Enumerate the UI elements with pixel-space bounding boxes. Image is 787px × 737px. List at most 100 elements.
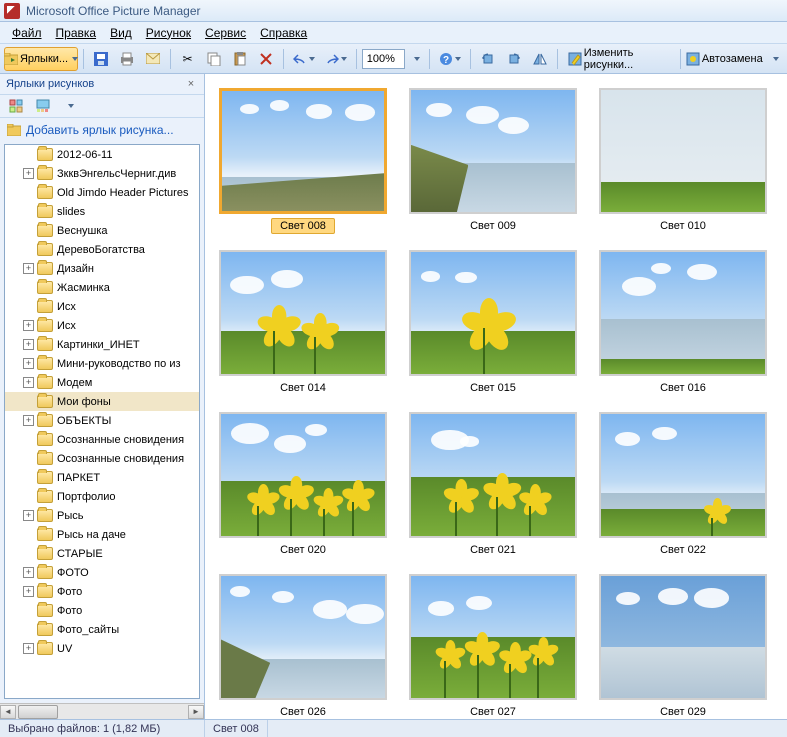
expand-spacer — [23, 605, 34, 616]
tree-item[interactable]: +Фото — [5, 582, 199, 601]
folder-icon — [37, 243, 53, 256]
copy-button[interactable] — [202, 47, 226, 71]
help-button[interactable]: ? — [435, 47, 465, 71]
thumbnail-item[interactable]: Свет 026 — [219, 574, 387, 719]
tree-item[interactable]: +Картинки_ИНЕТ — [5, 335, 199, 354]
tree-item[interactable]: Рысь на даче — [5, 525, 199, 544]
edit-pictures-button[interactable]: Изменить рисунки... — [563, 47, 676, 71]
print-button[interactable] — [115, 47, 139, 71]
thumbnail-grid[interactable]: Свет 008Свет 009Свет 010 Свет 014Свет 015… — [205, 74, 787, 719]
folder-icon — [37, 433, 53, 446]
tree-item[interactable]: Old Jimdo Header Pictures — [5, 183, 199, 202]
tree-item[interactable]: slides — [5, 202, 199, 221]
auto-correct-dropdown[interactable] — [766, 47, 783, 71]
tree-item[interactable]: Осознанные сновидения — [5, 449, 199, 468]
tree-item[interactable]: Жасминка — [5, 278, 199, 297]
expand-toggle[interactable]: + — [23, 643, 34, 654]
tree-item[interactable]: +UV — [5, 639, 199, 658]
auto-correct-button[interactable]: Автозамена — [686, 47, 764, 71]
folder-icon — [37, 395, 53, 408]
tree-hscroll[interactable]: ◄ ► — [0, 703, 204, 719]
thumbnail-item[interactable]: Свет 010 — [599, 88, 767, 234]
folder-add-icon — [6, 122, 22, 138]
tree-item[interactable]: Фото_сайты — [5, 620, 199, 639]
thumbnail-item[interactable]: Свет 008 — [219, 88, 387, 234]
tree-item[interactable]: +ОБЪЕКТЫ — [5, 411, 199, 430]
redo-button[interactable] — [321, 47, 351, 71]
tree-item[interactable]: +Мини-руководство по из — [5, 354, 199, 373]
view-thumbnails-button[interactable] — [4, 96, 28, 116]
tree-item[interactable]: +Дизайн — [5, 259, 199, 278]
delete-button[interactable] — [254, 47, 278, 71]
thumbnail-item[interactable]: Свет 029 — [599, 574, 767, 719]
zoom-input[interactable]: 100% — [362, 49, 406, 69]
tree-item[interactable]: Фото — [5, 601, 199, 620]
thumbnail-label: Свет 020 — [272, 542, 334, 558]
menu-view[interactable]: Вид — [104, 24, 138, 42]
thumbnail-image — [409, 412, 577, 538]
menu-picture[interactable]: Рисунок — [140, 24, 197, 42]
mail-button[interactable] — [141, 47, 165, 71]
tree-item[interactable]: +ФОТО — [5, 563, 199, 582]
cut-button[interactable]: ✂ — [176, 47, 200, 71]
tree-item[interactable]: +ЗкквЭнгельсЧерниг.див — [5, 164, 199, 183]
view-filmstrip-button[interactable] — [31, 96, 55, 116]
tree-item[interactable]: Осознанные сновидения — [5, 430, 199, 449]
thumbnail-item[interactable]: Свет 009 — [409, 88, 577, 234]
tree-item[interactable]: Исх — [5, 297, 199, 316]
thumbnail-item[interactable]: Свет 021 — [409, 412, 577, 558]
paste-button[interactable] — [228, 47, 252, 71]
expand-toggle[interactable]: + — [23, 263, 34, 274]
tree-item[interactable]: Портфолио — [5, 487, 199, 506]
menu-tools[interactable]: Сервис — [199, 24, 252, 42]
menu-edit[interactable]: Правка — [50, 24, 103, 42]
expand-toggle[interactable]: + — [23, 358, 34, 369]
rotate-right-button[interactable] — [502, 47, 526, 71]
sidebar-close-button[interactable]: × — [184, 77, 198, 91]
undo-button[interactable] — [289, 47, 319, 71]
zoom-dropdown[interactable] — [407, 47, 424, 71]
thumbnail-item[interactable]: Свет 015 — [409, 250, 577, 396]
expand-spacer — [23, 472, 34, 483]
tree-item-label: ДеревоБогатства — [57, 244, 145, 256]
chevron-down-icon — [773, 57, 779, 61]
flip-button[interactable] — [528, 47, 552, 71]
expand-toggle[interactable]: + — [23, 586, 34, 597]
expand-toggle[interactable]: + — [23, 377, 34, 388]
save-button[interactable] — [89, 47, 113, 71]
thumbnail-image — [599, 574, 767, 700]
shortcuts-button[interactable]: Ярлыки... — [4, 47, 78, 71]
thumbnail-item[interactable]: Свет 027 — [409, 574, 577, 719]
tree-item[interactable]: 2012-06-11 — [5, 145, 199, 164]
thumbnail-item[interactable]: Свет 020 — [219, 412, 387, 558]
thumbnail-item[interactable]: Свет 022 — [599, 412, 767, 558]
tree-item[interactable]: ПАРКЕТ — [5, 468, 199, 487]
tree-item[interactable]: +Модем — [5, 373, 199, 392]
menu-file[interactable]: Файл — [6, 24, 48, 42]
chevron-down-icon — [341, 57, 347, 61]
folder-tree[interactable]: 2012-06-11+ЗкквЭнгельсЧерниг.дивOld Jimd… — [4, 144, 200, 699]
tree-item[interactable]: Веснушка — [5, 221, 199, 240]
tree-item[interactable]: +Рысь — [5, 506, 199, 525]
tree-item[interactable]: +Исх — [5, 316, 199, 335]
tree-item-label: ПАРКЕТ — [57, 472, 100, 484]
expand-toggle[interactable]: + — [23, 510, 34, 521]
tree-item[interactable]: Мои фоны — [5, 392, 199, 411]
expand-toggle[interactable]: + — [23, 339, 34, 350]
expand-toggle[interactable]: + — [23, 168, 34, 179]
menu-help[interactable]: Справка — [254, 24, 313, 42]
tree-item[interactable]: СТАРЫЕ — [5, 544, 199, 563]
expand-toggle[interactable]: + — [23, 415, 34, 426]
scroll-left-button[interactable]: ◄ — [0, 705, 16, 719]
view-dropdown[interactable] — [58, 96, 82, 116]
tree-item[interactable]: ДеревоБогатства — [5, 240, 199, 259]
folder-icon — [37, 319, 53, 332]
expand-toggle[interactable]: + — [23, 567, 34, 578]
thumbnail-item[interactable]: Свет 016 — [599, 250, 767, 396]
expand-toggle[interactable]: + — [23, 320, 34, 331]
thumbnail-item[interactable]: Свет 014 — [219, 250, 387, 396]
add-shortcut-link[interactable]: Добавить ярлык рисунка... — [0, 118, 204, 142]
rotate-left-button[interactable] — [476, 47, 500, 71]
scroll-right-button[interactable]: ► — [188, 705, 204, 719]
scroll-thumb[interactable] — [18, 705, 58, 719]
